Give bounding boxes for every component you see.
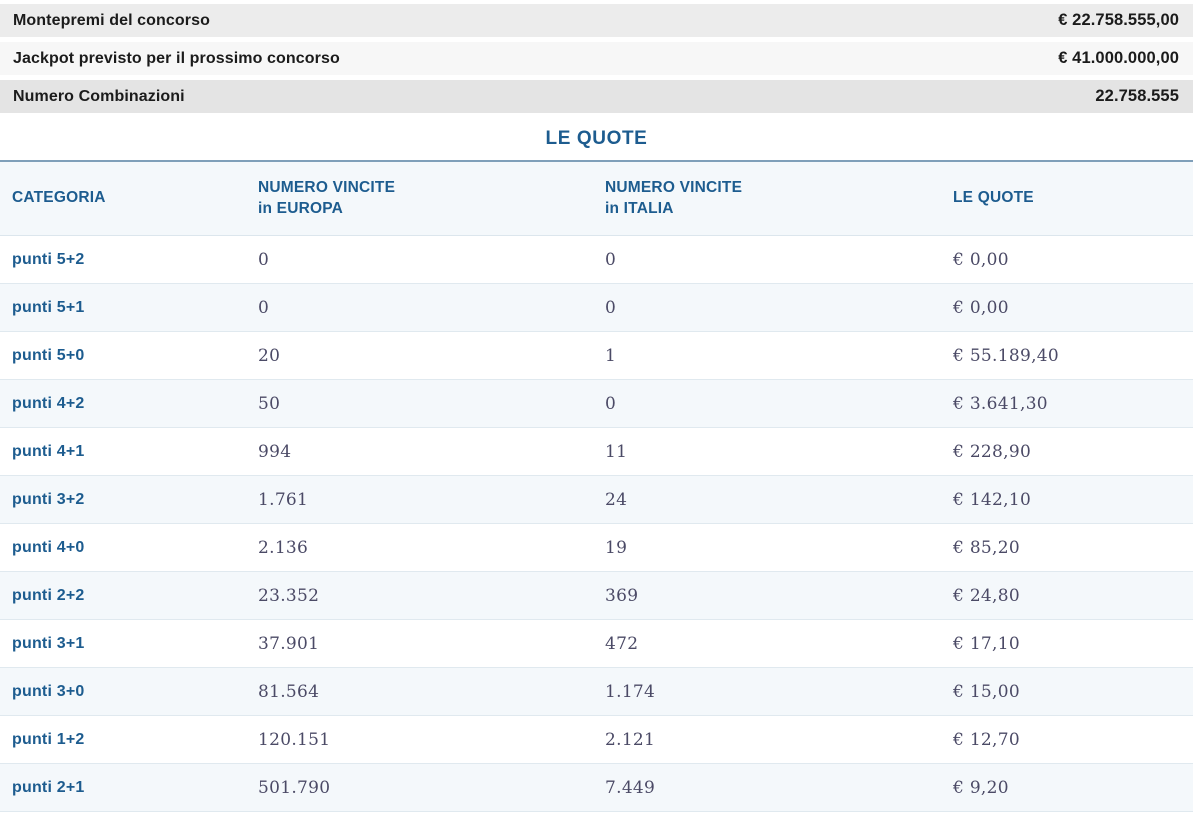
summary-row-combinazioni: Numero Combinazioni 22.758.555: [0, 80, 1193, 113]
europe-wins-cell: 120.151: [258, 729, 331, 750]
quotes-section-title: LE QUOTE: [545, 128, 648, 149]
table-row-punti-3-1: punti 3+1 37.901 472 € 17,10: [0, 620, 1193, 668]
col-header-vincite-europa: NUMERO VINCITE in EUROPA: [258, 179, 396, 217]
europe-wins-cell: 2.136: [258, 537, 309, 558]
montepremi-label: Montepremi del concorso: [13, 11, 210, 29]
table-row-punti-2-2: punti 2+2 23.352 369 € 24,80: [0, 572, 1193, 620]
category-cell: punti 4+1: [12, 442, 85, 460]
europe-wins-cell: 0: [258, 297, 270, 318]
category-cell: punti 3+1: [12, 634, 85, 652]
table-row-punti-5-2: punti 5+2 0 0 € 0,00: [0, 236, 1193, 284]
italy-wins-cell: 24: [605, 489, 628, 510]
category-cell: punti 5+0: [12, 346, 85, 364]
combinazioni-label: Numero Combinazioni: [13, 87, 185, 105]
quotes-table: CATEGORIA NUMERO VINCITE in EUROPA NUMER…: [0, 162, 1193, 812]
category-cell: punti 5+2: [12, 250, 85, 268]
italy-wins-cell: 11: [605, 441, 628, 462]
col-header-le-quote: LE QUOTE: [953, 189, 1034, 207]
europe-wins-cell: 0: [258, 249, 270, 270]
quote-cell: € 24,80: [953, 585, 1020, 606]
italy-wins-cell: 7.449: [605, 777, 656, 798]
jackpot-value: € 41.000.000,00: [1058, 49, 1179, 67]
italy-wins-cell: 0: [605, 297, 617, 318]
europe-wins-cell: 994: [258, 441, 292, 462]
italy-wins-cell: 0: [605, 249, 617, 270]
category-cell: punti 2+2: [12, 586, 85, 604]
category-cell: punti 2+1: [12, 778, 85, 796]
europe-wins-cell: 23.352: [258, 585, 320, 606]
quote-cell: € 85,20: [953, 537, 1020, 558]
summary-row-jackpot: Jackpot previsto per il prossimo concors…: [0, 42, 1193, 75]
europe-wins-cell: 37.901: [258, 633, 320, 654]
italy-wins-cell: 369: [605, 585, 639, 606]
col-header-categoria: CATEGORIA: [12, 189, 106, 207]
contest-summary: Montepremi del concorso € 22.758.555,00 …: [0, 4, 1193, 113]
europe-wins-cell: 501.790: [258, 777, 331, 798]
category-cell: punti 4+0: [12, 538, 85, 556]
quote-cell: € 228,90: [953, 441, 1032, 462]
jackpot-label: Jackpot previsto per il prossimo concors…: [13, 49, 340, 67]
category-cell: punti 3+0: [12, 682, 85, 700]
table-row-punti-3-2: punti 3+2 1.761 24 € 142,10: [0, 476, 1193, 524]
summary-row-montepremi: Montepremi del concorso € 22.758.555,00: [0, 4, 1193, 37]
table-row-punti-4-0: punti 4+0 2.136 19 € 85,20: [0, 524, 1193, 572]
combinazioni-value: 22.758.555: [1095, 87, 1179, 105]
category-cell: punti 5+1: [12, 298, 85, 316]
europe-wins-cell: 50: [258, 393, 281, 414]
italy-wins-cell: 2.121: [605, 729, 656, 750]
category-cell: punti 3+2: [12, 490, 85, 508]
quote-cell: € 12,70: [953, 729, 1020, 750]
category-cell: punti 1+2: [12, 730, 85, 748]
table-row-punti-5-0: punti 5+0 20 1 € 55.189,40: [0, 332, 1193, 380]
quotes-table-header: CATEGORIA NUMERO VINCITE in EUROPA NUMER…: [0, 162, 1193, 236]
europe-wins-cell: 20: [258, 345, 281, 366]
italy-wins-cell: 1.174: [605, 681, 656, 702]
quote-cell: € 0,00: [953, 249, 1009, 270]
category-cell: punti 4+2: [12, 394, 85, 412]
quote-cell: € 142,10: [953, 489, 1032, 510]
table-row-punti-1-2: punti 1+2 120.151 2.121 € 12,70: [0, 716, 1193, 764]
lottery-results-page: Montepremi del concorso € 22.758.555,00 …: [0, 0, 1193, 812]
quote-cell: € 15,00: [953, 681, 1020, 702]
quote-cell: € 55.189,40: [953, 345, 1060, 366]
montepremi-value: € 22.758.555,00: [1058, 11, 1179, 29]
quotes-title-bar: LE QUOTE: [0, 118, 1193, 162]
italy-wins-cell: 0: [605, 393, 617, 414]
quote-cell: € 17,10: [953, 633, 1020, 654]
europe-wins-cell: 81.564: [258, 681, 320, 702]
table-row-punti-3-0: punti 3+0 81.564 1.174 € 15,00: [0, 668, 1193, 716]
col-header-vincite-italia: NUMERO VINCITE in ITALIA: [605, 179, 743, 217]
italy-wins-cell: 1: [605, 345, 617, 366]
quote-cell: € 9,20: [953, 777, 1009, 798]
europe-wins-cell: 1.761: [258, 489, 309, 510]
table-row-punti-5-1: punti 5+1 0 0 € 0,00: [0, 284, 1193, 332]
quote-cell: € 3.641,30: [953, 393, 1048, 414]
table-row-punti-2-1: punti 2+1 501.790 7.449 € 9,20: [0, 764, 1193, 812]
italy-wins-cell: 19: [605, 537, 628, 558]
quote-cell: € 0,00: [953, 297, 1009, 318]
table-row-punti-4-2: punti 4+2 50 0 € 3.641,30: [0, 380, 1193, 428]
italy-wins-cell: 472: [605, 633, 639, 654]
table-row-punti-4-1: punti 4+1 994 11 € 228,90: [0, 428, 1193, 476]
